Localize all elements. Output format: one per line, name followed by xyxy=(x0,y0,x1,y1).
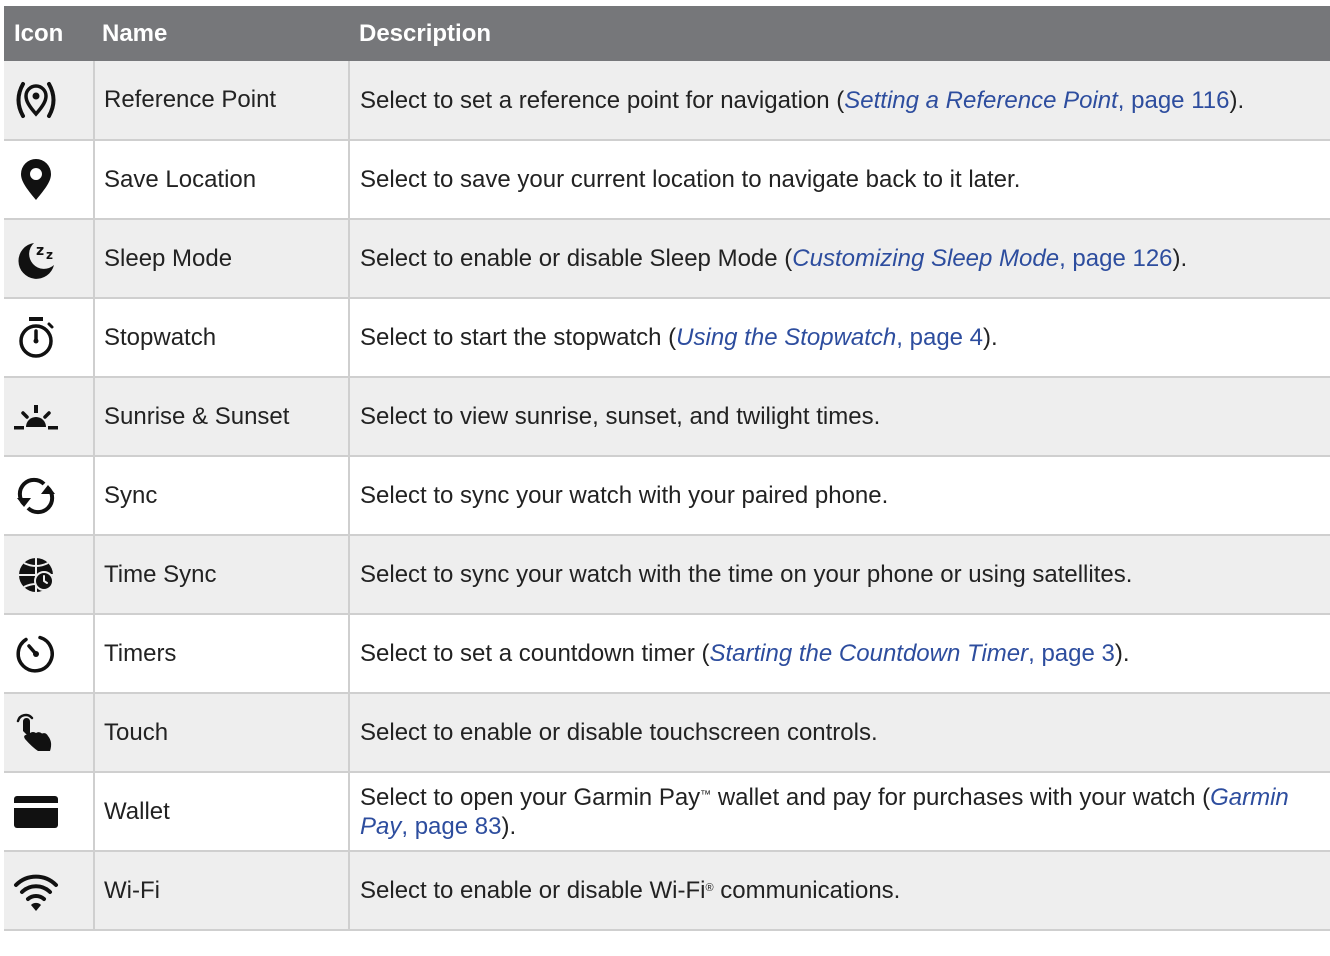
cross-reference-link[interactable]: Starting the Countdown Timer, page 3 xyxy=(710,640,1115,667)
wallet-card-icon xyxy=(12,788,93,836)
svg-text:z: z xyxy=(36,243,44,259)
row-description: Select to enable or disable Sleep Mode (… xyxy=(349,219,1330,299)
row-name: Touch xyxy=(94,693,350,773)
row-description: Select to set a countdown timer (Startin… xyxy=(349,614,1330,694)
row-name: Sleep Mode xyxy=(94,219,350,299)
row-description: Select to save your current location to … xyxy=(349,140,1330,220)
sleep-moon-icon: zz xyxy=(12,235,93,283)
table-row: Wallet Select to open your Garmin Pay™ w… xyxy=(4,772,1330,852)
row-name: Save Location xyxy=(94,140,350,220)
row-name: Time Sync xyxy=(94,535,350,615)
stopwatch-icon xyxy=(12,314,93,362)
row-description: Select to sync your watch with your pair… xyxy=(349,456,1330,536)
row-name: Stopwatch xyxy=(94,298,350,378)
table-row: Wi-Fi Select to enable or disable Wi-Fi®… xyxy=(4,851,1330,931)
wifi-icon xyxy=(12,867,93,915)
header-icon: Icon xyxy=(4,6,94,61)
controls-table: Icon Name Description Reference Point Se… xyxy=(4,6,1330,931)
row-name: Timers xyxy=(94,614,350,694)
row-description: Select to view sunrise, sunset, and twil… xyxy=(349,377,1330,457)
svg-text:z: z xyxy=(46,248,53,262)
table-row: Save Location Select to save your curren… xyxy=(4,140,1330,220)
row-name: Wi-Fi xyxy=(94,851,350,931)
row-name: Wallet xyxy=(94,772,350,852)
header-name: Name xyxy=(94,6,349,61)
reference-point-icon xyxy=(12,76,93,124)
row-name: Sunrise & Sunset xyxy=(94,377,350,457)
table-row: Time Sync Select to sync your watch with… xyxy=(4,535,1330,615)
table-row: Reference Point Select to set a referenc… xyxy=(4,61,1330,141)
cross-reference-link[interactable]: Customizing Sleep Mode, page 126 xyxy=(792,245,1172,272)
touch-hand-icon xyxy=(12,709,93,757)
row-description: Select to sync your watch with the time … xyxy=(349,535,1330,615)
row-description: Select to enable or disable Wi-Fi® commu… xyxy=(349,851,1330,931)
row-name: Reference Point xyxy=(94,61,350,141)
row-description: Select to start the stopwatch (Using the… xyxy=(349,298,1330,378)
table-row: Touch Select to enable or disable touchs… xyxy=(4,693,1330,773)
sync-arrows-icon xyxy=(12,472,93,520)
row-description: Select to enable or disable touchscreen … xyxy=(349,693,1330,773)
header-description: Description xyxy=(349,6,1330,61)
table-row: Sunrise & Sunset Select to view sunrise,… xyxy=(4,377,1330,457)
table-row: Sync Select to sync your watch with your… xyxy=(4,456,1330,536)
table-row: Timers Select to set a countdown timer (… xyxy=(4,614,1330,694)
cross-reference-link[interactable]: Using the Stopwatch, page 4 xyxy=(676,324,983,351)
timer-icon xyxy=(12,630,93,678)
row-description: Select to set a reference point for navi… xyxy=(349,61,1330,141)
globe-clock-icon xyxy=(12,551,93,599)
location-pin-icon xyxy=(12,156,93,204)
row-description: Select to open your Garmin Pay™ wallet a… xyxy=(349,772,1330,852)
sunrise-icon xyxy=(12,393,93,441)
row-name: Sync xyxy=(94,456,350,536)
cross-reference-link[interactable]: Setting a Reference Point, page 116 xyxy=(844,87,1229,114)
table-row: Stopwatch Select to start the stopwatch … xyxy=(4,298,1330,378)
table-row: zz Sleep Mode Select to enable or disabl… xyxy=(4,219,1330,299)
table-header-row: Icon Name Description xyxy=(4,6,1330,61)
